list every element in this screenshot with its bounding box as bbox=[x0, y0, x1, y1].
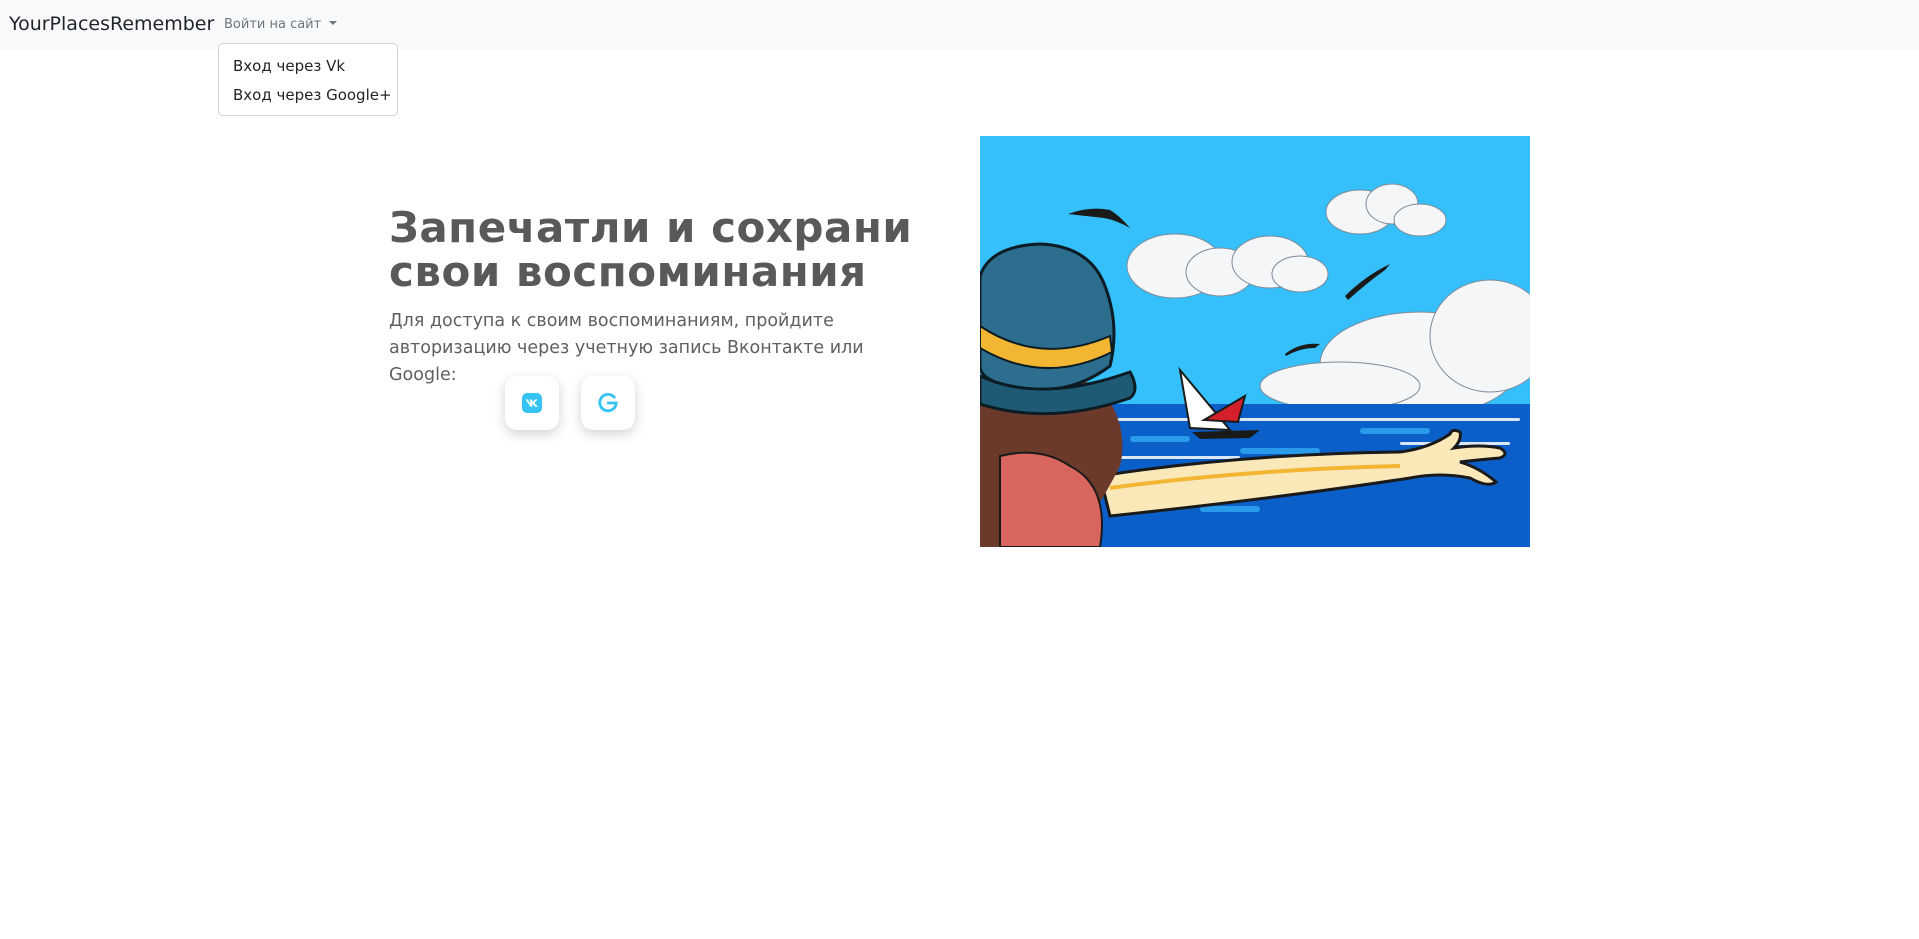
seaside-illustration bbox=[980, 136, 1530, 547]
dropdown-item-google-login[interactable]: Вход через Google+ bbox=[233, 85, 392, 105]
login-dropdown-label: Войти на сайт bbox=[224, 17, 322, 32]
hero-illustration bbox=[980, 136, 1530, 547]
google-login-button[interactable] bbox=[581, 376, 635, 430]
google-icon bbox=[598, 392, 618, 413]
hero-title: Запечатли и сохрани свои воспоминания bbox=[389, 203, 913, 296]
login-dropdown-toggle[interactable]: Войти на сайт bbox=[224, 16, 338, 34]
vk-login-button[interactable] bbox=[505, 376, 559, 430]
dropdown-item-vk-login[interactable]: Вход через Vk bbox=[233, 56, 345, 76]
login-dropdown-menu: Вход через Vk Вход через Google+ bbox=[218, 43, 398, 116]
caret-down-icon bbox=[329, 21, 338, 25]
hero-description: Для доступа к своим воспоминаниям, пройд… bbox=[389, 311, 864, 385]
vk-icon bbox=[522, 393, 542, 413]
brand-link[interactable]: YourPlacesRemember bbox=[9, 12, 214, 36]
